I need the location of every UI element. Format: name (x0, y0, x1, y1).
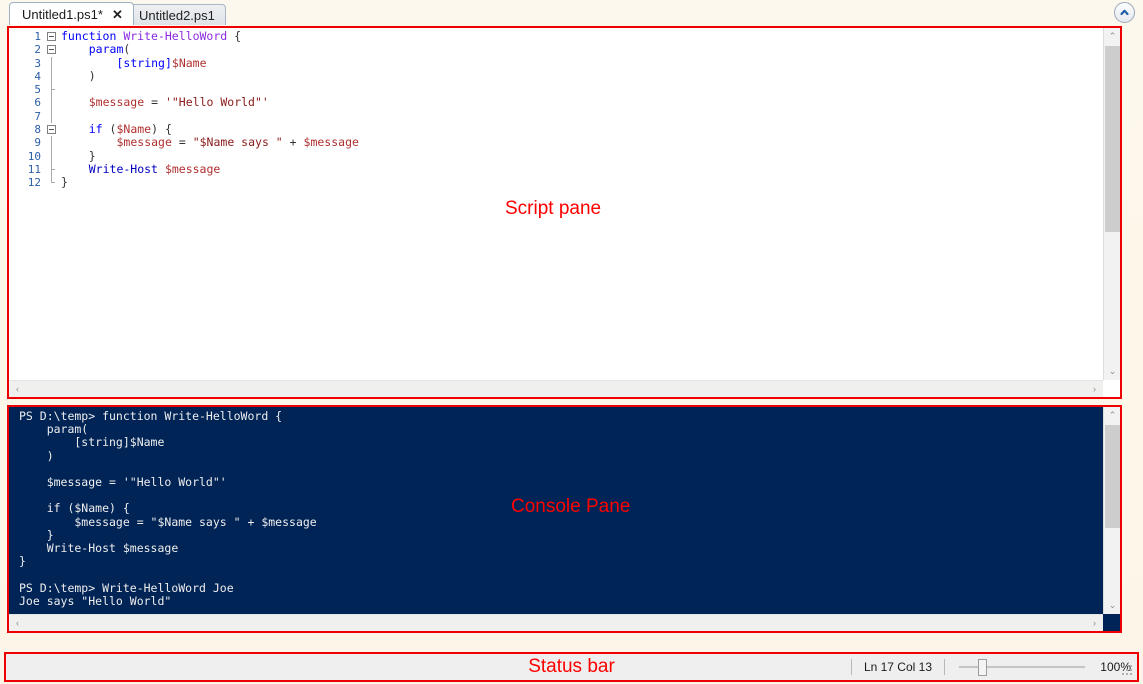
fold-guide (45, 83, 61, 97)
scroll-left-arrow-icon[interactable]: ‹ (9, 381, 26, 397)
code-line[interactable]: 3 [string]$Name (9, 55, 1120, 70)
line-number: 6 (34, 96, 41, 110)
tab-strip: Untitled1.ps1* ✕ Untitled2.ps1 (0, 0, 1143, 25)
line-number: 11 (27, 162, 41, 176)
code-text: ) (88, 68, 96, 83)
line-number: 9 (34, 136, 41, 150)
status-bar-right-group: Ln 17 Col 13 100% (839, 654, 1131, 680)
code-line[interactable]: 9 $message = "$Name says " + $message (9, 135, 1120, 150)
line-number: 4 (34, 69, 41, 83)
fold-guide (45, 69, 61, 84)
script-pane-annotation: Script pane (505, 198, 602, 219)
code-line[interactable]: 6 $message = '"Hello World"' (9, 95, 1120, 110)
status-separator (944, 659, 945, 675)
fold-guide (45, 96, 61, 110)
line-column-indicator: Ln 17 Col 13 (863, 660, 932, 674)
line-number: 8 (34, 123, 41, 137)
code-line[interactable]: 5 (9, 83, 1120, 97)
fold-guide (45, 176, 61, 189)
fold-guide (45, 136, 61, 150)
zoom-slider-thumb[interactable] (978, 659, 987, 676)
console-horizontal-scrollbar[interactable]: ‹ › (9, 614, 1103, 631)
scrollbar-thumb[interactable] (1105, 46, 1120, 232)
fold-toggle-icon[interactable] (45, 123, 61, 136)
code-text: $message = '"Hello World"' (88, 95, 269, 110)
console-output: PS D:\temp> function Write-HelloWord { p… (19, 409, 317, 631)
chevron-up-circle-icon[interactable] (1114, 2, 1135, 23)
code-text: } (88, 148, 96, 163)
fold-guide (45, 149, 61, 163)
script-vertical-scrollbar[interactable]: ⌃ ⌄ (1103, 28, 1120, 380)
powershell-ise-window: Untitled1.ps1* ✕ Untitled2.ps1 1 function… (0, 0, 1143, 684)
scroll-down-arrow-icon[interactable]: ⌄ (1104, 597, 1120, 614)
resize-grip-icon[interactable] (1122, 665, 1135, 678)
code-line[interactable]: 7 (9, 109, 1120, 124)
fold-guide (45, 162, 61, 177)
scroll-up-arrow-icon[interactable]: ⌃ (1104, 407, 1120, 424)
script-code[interactable]: 1 function Write-HelloWord {2 param(3 [st… (9, 29, 1120, 190)
code-line[interactable]: 8 if ($Name) { (9, 122, 1120, 137)
fold-guide (45, 109, 61, 124)
line-number: 12 (27, 176, 41, 190)
status-bar: Status bar Ln 17 Col 13 100% (4, 652, 1139, 682)
scroll-right-arrow-icon[interactable]: › (1086, 615, 1103, 631)
line-number: 10 (27, 149, 41, 163)
code-text: if ($Name) { (88, 122, 172, 137)
tab-untitled1[interactable]: Untitled1.ps1* ✕ (9, 2, 134, 25)
line-number: 5 (34, 83, 41, 97)
code-text: Write-Host $message (88, 161, 221, 176)
code-line[interactable]: 12} (9, 175, 1120, 190)
code-line[interactable]: 4 ) (9, 68, 1120, 84)
scroll-right-arrow-icon[interactable]: › (1086, 381, 1103, 397)
tab-untitled1-label: Untitled1.ps1* (22, 6, 103, 22)
line-number: 7 (34, 109, 41, 123)
code-text: function Write-HelloWord { (61, 29, 242, 43)
scroll-down-arrow-icon[interactable]: ⌄ (1104, 363, 1120, 380)
status-separator (850, 659, 852, 675)
scroll-up-arrow-icon[interactable]: ⌃ (1104, 28, 1120, 45)
line-number: 3 (34, 56, 41, 70)
fold-guide (45, 56, 61, 70)
fold-toggle-icon[interactable] (45, 30, 61, 43)
code-line[interactable]: 10 } (9, 148, 1120, 163)
console-pane[interactable]: PS D:\temp> function Write-HelloWord { p… (7, 405, 1122, 633)
fold-toggle-icon[interactable] (45, 43, 61, 56)
scroll-left-arrow-icon[interactable]: ‹ (9, 615, 26, 631)
code-line[interactable]: 1 function Write-HelloWord { (9, 29, 1120, 43)
zoom-slider[interactable] (959, 659, 1085, 676)
console-pane-annotation: Console Pane (511, 496, 631, 517)
code-text: } (61, 175, 68, 190)
console-vertical-scrollbar[interactable]: ⌃ ⌄ (1103, 407, 1120, 614)
code-text: [string]$Name (116, 55, 207, 70)
line-number: 2 (34, 43, 41, 57)
line-number: 1 (34, 30, 41, 43)
tab-untitled2-label: Untitled2.ps1 (139, 7, 215, 23)
close-icon[interactable]: ✕ (112, 8, 123, 21)
status-bar-annotation: Status bar (528, 656, 615, 677)
code-text: param( (88, 42, 131, 57)
tab-untitled2[interactable]: Untitled2.ps1 (126, 4, 226, 25)
script-horizontal-scrollbar[interactable]: ‹ › (9, 380, 1103, 397)
code-text: $message = "$Name says " + $message (116, 135, 359, 150)
code-line[interactable]: 2 param( (9, 42, 1120, 57)
scrollbar-thumb[interactable] (1105, 425, 1120, 528)
code-line[interactable]: 11 Write-Host $message (9, 161, 1120, 177)
